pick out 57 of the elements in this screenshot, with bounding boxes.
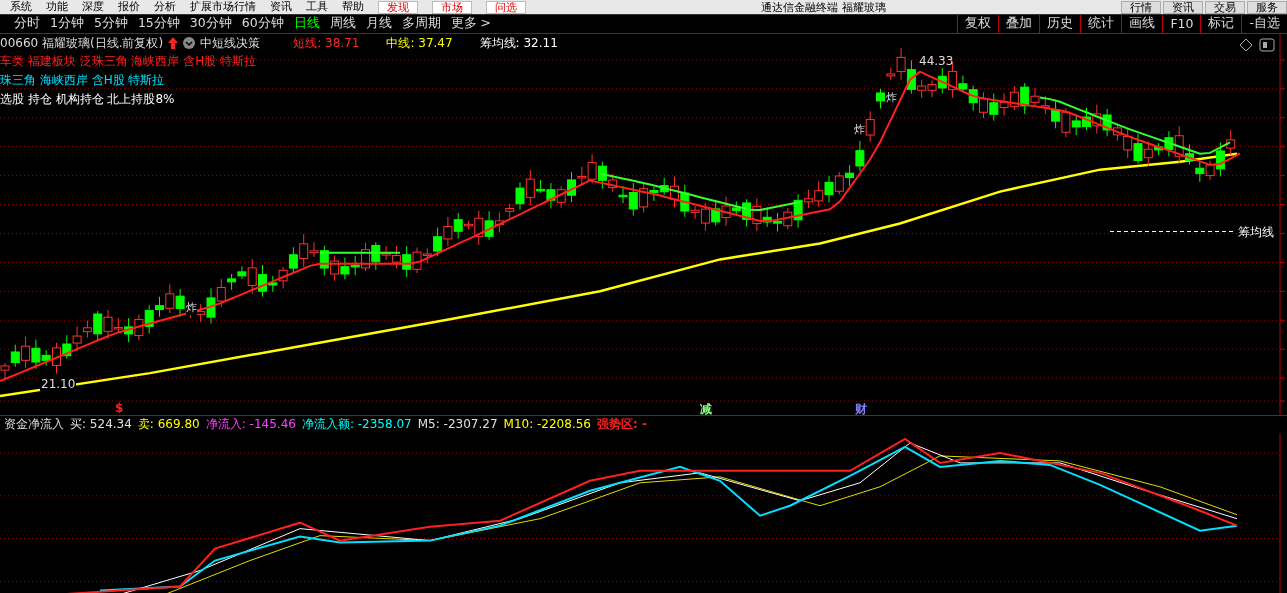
menu-button[interactable]: 行情: [1121, 0, 1161, 14]
up-arrow-icon: [168, 37, 179, 50]
menu-item[interactable]: 问选: [486, 0, 526, 14]
legend-value: 短线: 38.71: [293, 34, 360, 52]
menu-button[interactable]: 交易: [1205, 0, 1245, 14]
menu-item[interactable]: 深度: [82, 0, 104, 14]
period-tab[interactable]: 月线: [365, 15, 392, 33]
event-marker: 财: [855, 400, 867, 418]
menu-item[interactable]: 资讯: [270, 0, 292, 14]
period-tab[interactable]: 30分钟: [189, 15, 232, 33]
period-tab[interactable]: 分时: [14, 15, 40, 33]
indicator-value: 净流入: -145.46: [205, 415, 296, 433]
period-tab[interactable]: 周线: [329, 15, 356, 33]
period-tab[interactable]: 5分钟: [93, 15, 128, 33]
concept-tags: 选股 持仓 机构持仓 北上持股8%: [0, 90, 257, 108]
menu-item[interactable]: 扩展市场行情: [190, 0, 256, 14]
menu-item[interactable]: 发现: [378, 0, 418, 14]
diamond-icon[interactable]: [1239, 37, 1253, 52]
line-label: 筹均线: [1238, 223, 1274, 241]
period-tab[interactable]: 60分钟: [241, 15, 284, 33]
indicator-value: M5: -2307.27: [417, 417, 498, 432]
legend-value: 中线: 37.47: [386, 34, 453, 52]
menu-item[interactable]: 帮助: [342, 0, 364, 14]
concept-tags: 珠三角 海峡西岸 含H股 特斯拉: [0, 71, 257, 89]
low-price-label: 21.10: [40, 376, 77, 391]
indicator-value: 卖: 669.80: [137, 415, 200, 433]
stock-title: 00660 福耀玻璃(日线.前复权): [0, 34, 164, 52]
event-marker: $: [115, 400, 124, 415]
concept-tags: 车类 福建板块 泛珠三角 海峡西岸 含H股 特斯拉: [0, 52, 257, 70]
signal-label: 炸: [886, 89, 897, 105]
indicator-name: 中短线决策: [200, 34, 261, 52]
indicator-value: M10: -2208.56: [503, 417, 591, 432]
panel-icon[interactable]: [1259, 37, 1275, 52]
legend-value: 筹均线: 32.11: [479, 34, 558, 52]
menu-item[interactable]: 市场: [432, 0, 472, 14]
indicator-value: 买: 524.34: [70, 415, 132, 433]
dropdown-icon[interactable]: [183, 37, 196, 50]
menu-item[interactable]: 工具: [306, 0, 328, 14]
menu-item[interactable]: 分析: [154, 0, 176, 14]
indicator-value: 净流入额: -2358.07: [301, 415, 412, 433]
period-tab[interactable]: 多周期: [401, 15, 441, 33]
signal-label: 炸: [186, 299, 197, 315]
period-tab[interactable]: 1分钟: [50, 15, 84, 33]
signal-label: 炸: [854, 121, 865, 137]
period-tab[interactable]: 更多 >: [450, 15, 492, 33]
menu-button[interactable]: 资讯: [1163, 0, 1203, 14]
menu-item[interactable]: 功能: [46, 0, 68, 14]
menu-item[interactable]: 系统: [10, 0, 32, 14]
period-tab[interactable]: 日线: [293, 15, 320, 33]
high-price-label: 44.33: [919, 53, 954, 68]
menu-item[interactable]: 报价: [118, 0, 140, 14]
window-title: 通达信金融终端 福耀玻璃: [761, 0, 886, 15]
period-tab[interactable]: 15分钟: [137, 15, 180, 33]
indicator-name: 资金净流入: [4, 415, 64, 433]
event-marker: 减: [700, 400, 712, 418]
menu-button[interactable]: 服务: [1247, 0, 1287, 14]
indicator-value: 强势区: -: [596, 415, 647, 433]
